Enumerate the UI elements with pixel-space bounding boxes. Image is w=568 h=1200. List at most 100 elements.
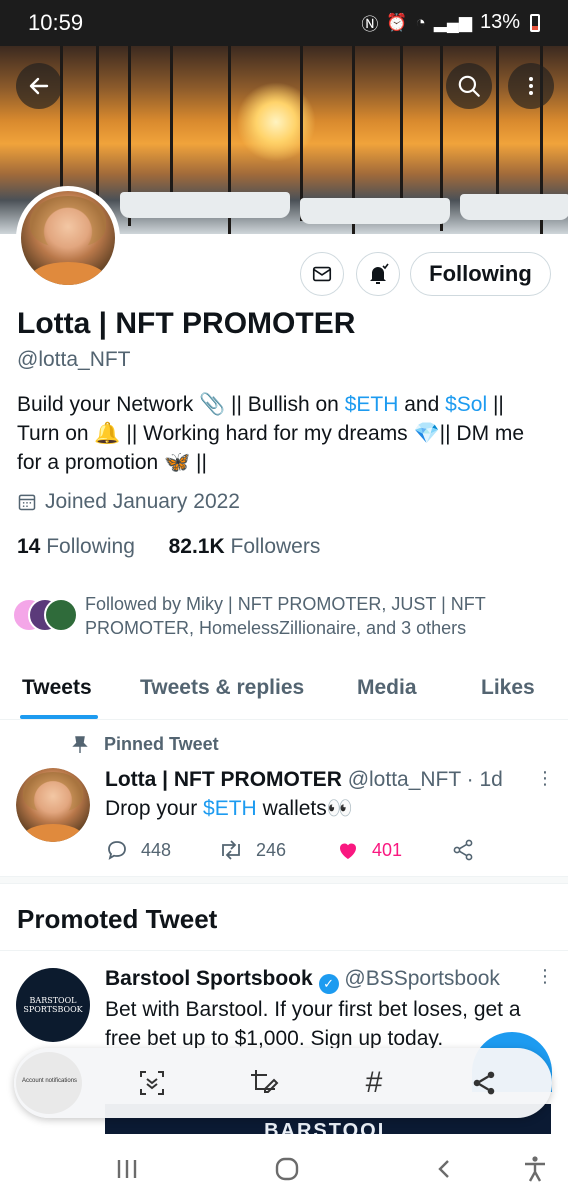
banner-mast xyxy=(400,46,403,211)
bio-text: and xyxy=(398,393,446,416)
followed-by-text[interactable]: Followed by Miky | NFT PROMOTER, JUST | … xyxy=(85,592,545,640)
system-nav-bar xyxy=(0,1138,568,1200)
tweet-text-part: Drop your xyxy=(105,797,204,820)
home-button[interactable] xyxy=(272,1154,302,1184)
message-button[interactable] xyxy=(300,252,344,296)
edit-screenshot-button[interactable] xyxy=(246,1065,282,1101)
following-count: 14 xyxy=(17,535,41,558)
tweet-text: Drop your $ETH wallets👀 xyxy=(105,797,353,821)
promoted-tweet-header: Barstool Sportsbook ✓ @BSSportsbook xyxy=(105,967,500,994)
promoted-author-name[interactable]: Barstool Sportsbook xyxy=(105,967,313,990)
tweet-header: Lotta | NFT PROMOTER @lotta_NFT · 1d xyxy=(105,768,503,792)
following-label: Following xyxy=(46,535,135,558)
following-button[interactable]: Following xyxy=(410,252,551,296)
promoted-more-icon[interactable]: ⋮ xyxy=(536,966,554,987)
bio-text: Build your Network 📎 || Bullish on xyxy=(17,393,345,416)
share-screenshot-button[interactable] xyxy=(466,1065,502,1101)
heart-icon xyxy=(340,843,356,859)
avatar-hair xyxy=(30,195,106,248)
screenshot-thumbnail[interactable]: Account notifications xyxy=(16,1052,82,1114)
screenshot-toolbar: Account notifications # xyxy=(14,1048,552,1118)
tweet-text-part: wallets👀 xyxy=(256,797,353,820)
follow-counts: 14 Following 82.1K Followers xyxy=(17,535,320,559)
back-button[interactable] xyxy=(16,63,62,109)
tab-media[interactable]: Media xyxy=(357,676,417,700)
tab-tweets-replies[interactable]: Tweets & replies xyxy=(140,676,304,700)
promoted-media-text: BARSTOOL xyxy=(264,1120,392,1134)
banner-mast xyxy=(96,46,99,196)
arrow-left-icon xyxy=(29,77,49,95)
promoted-handle: @BSSportsbook xyxy=(344,967,500,990)
recent-apps-button[interactable] xyxy=(112,1154,142,1184)
battery-icon xyxy=(530,13,540,32)
followers-count: 82.1K xyxy=(168,535,225,558)
banner-boat xyxy=(460,194,568,220)
sol-cashtag-link[interactable]: $Sol xyxy=(445,393,487,416)
following-count-link[interactable]: 14 Following xyxy=(17,535,135,558)
status-bar: 10:59 Ⓝ ⏰ ◔ ▂▄▆ 13% xyxy=(0,0,568,46)
bio-line: Build your Network 📎 || Bullish on $ETH … xyxy=(17,390,557,419)
thumbnail-caption: Account notifications xyxy=(22,1078,78,1084)
pinned-label: Pinned Tweet xyxy=(72,734,219,755)
reply-action[interactable]: 448 xyxy=(105,836,171,864)
notifications-button[interactable] xyxy=(356,252,400,296)
banner-boat xyxy=(120,192,290,218)
tab-likes[interactable]: Likes xyxy=(481,676,535,700)
wifi-icon: ◔ xyxy=(415,12,426,32)
accessibility-icon xyxy=(525,1156,545,1182)
status-icons: Ⓝ ⏰ ◔ ▂▄▆ 13% xyxy=(361,10,540,35)
tweet-more-icon[interactable]: ⋮ xyxy=(536,768,554,789)
recent-apps-icon xyxy=(117,1160,137,1178)
status-time: 10:59 xyxy=(28,10,84,35)
banner-sun xyxy=(236,82,316,162)
promoted-section-title: Promoted Tweet xyxy=(17,904,218,934)
tab-tweets[interactable]: Tweets xyxy=(22,676,92,700)
tweet-author-avatar[interactable] xyxy=(16,768,90,842)
banner-mast xyxy=(300,46,303,221)
profile-avatar[interactable] xyxy=(16,186,120,290)
crop-edit-icon xyxy=(251,1070,279,1093)
joined-date: Joined January 2022 xyxy=(17,490,240,514)
search-button[interactable] xyxy=(446,63,492,109)
like-count: 401 xyxy=(372,839,403,860)
avatar-hair xyxy=(23,771,83,813)
profile-tabs: Tweets Tweets & replies Media Likes xyxy=(0,668,568,720)
scroll-capture-icon xyxy=(140,1071,164,1095)
avatar-image xyxy=(16,768,90,842)
pinned-text: Pinned Tweet xyxy=(104,734,219,754)
more-options-button[interactable] xyxy=(508,63,554,109)
mail-icon xyxy=(312,266,332,282)
hashtag-icon: # xyxy=(365,1066,383,1099)
search-icon xyxy=(458,75,480,97)
share-icon xyxy=(453,839,473,861)
battery-percent: 13% xyxy=(479,11,520,33)
scroll-capture-button[interactable] xyxy=(134,1065,170,1101)
nfc-icon: Ⓝ xyxy=(361,15,379,34)
reply-count: 448 xyxy=(141,839,172,860)
accessibility-button[interactable] xyxy=(520,1154,550,1184)
joined-text: Joined January 2022 xyxy=(45,490,240,513)
avatar-image xyxy=(21,191,115,285)
active-tab-indicator xyxy=(20,715,98,719)
promoted-author-avatar[interactable]: BARSTOOL SPORTSBOOK xyxy=(16,968,90,1042)
tag-button[interactable]: # xyxy=(356,1065,392,1101)
retweet-action[interactable]: 246 xyxy=(218,836,286,864)
followers-count-link[interactable]: 82.1K Followers xyxy=(169,535,321,558)
share-action[interactable] xyxy=(451,836,475,864)
calendar-icon xyxy=(18,494,36,511)
eth-cashtag-link[interactable]: $ETH xyxy=(203,797,257,820)
followed-by-avatars[interactable] xyxy=(12,598,82,634)
verified-badge-icon: ✓ xyxy=(318,974,339,994)
banner-mast xyxy=(170,46,173,206)
like-action[interactable]: 401 xyxy=(336,836,402,864)
profile-handle: @lotta_NFT xyxy=(17,348,131,371)
signal-icon: ▂▄▆ xyxy=(433,12,472,32)
system-back-button[interactable] xyxy=(430,1154,460,1184)
alarm-icon: ⏰ xyxy=(386,12,408,32)
avatar-shirt xyxy=(30,261,106,285)
tweet-author-name[interactable]: Lotta | NFT PROMOTER xyxy=(105,768,342,791)
eth-cashtag-link[interactable]: $ETH xyxy=(345,393,399,416)
home-icon xyxy=(275,1157,299,1181)
banner-boat xyxy=(300,198,450,224)
profile-bio: Build your Network 📎 || Bullish on $ETH … xyxy=(17,390,557,477)
